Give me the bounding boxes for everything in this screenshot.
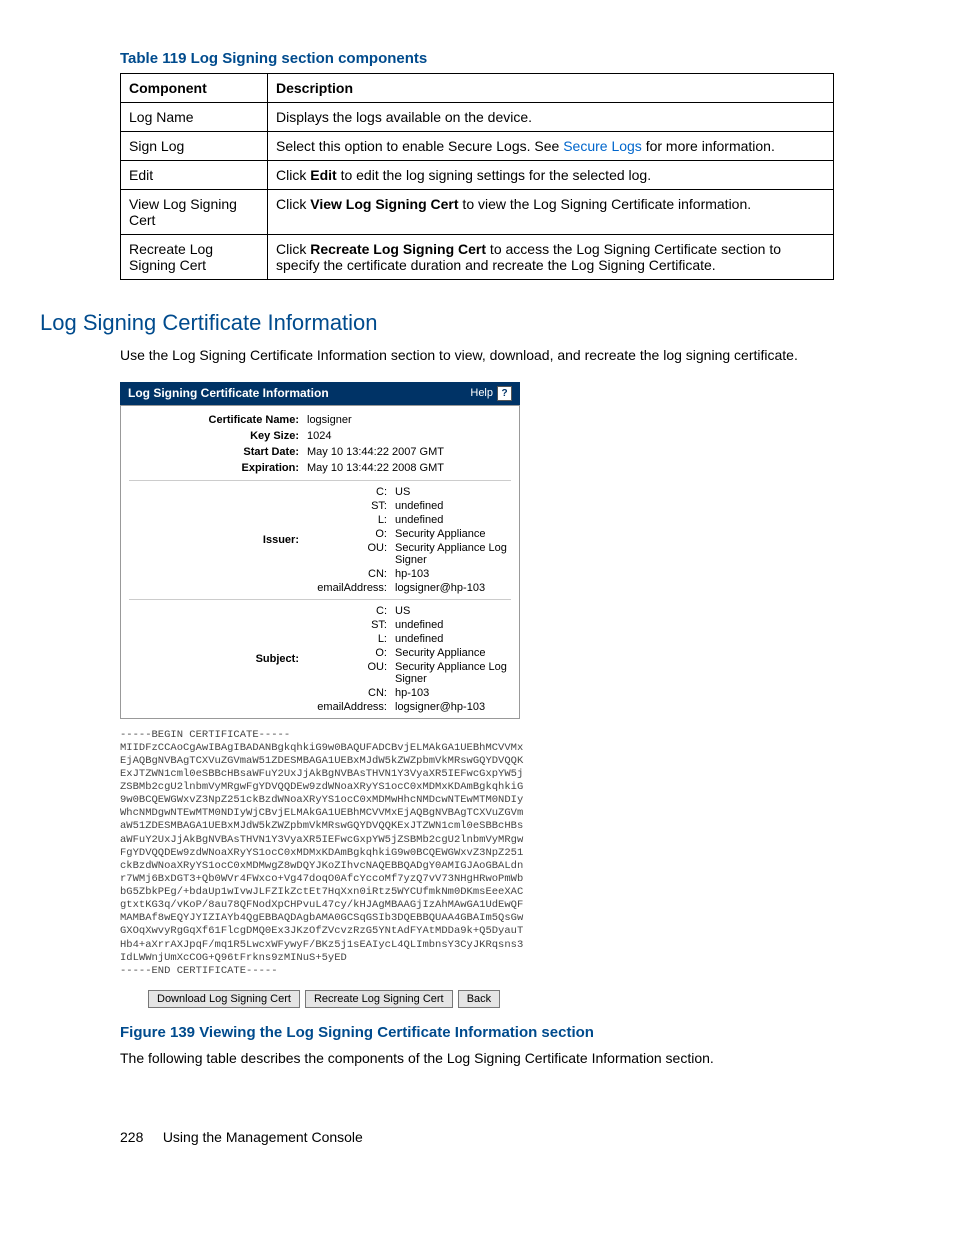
panel-title: Log Signing Certificate Information bbox=[128, 386, 329, 400]
cell-description: Click Edit to edit the log signing setti… bbox=[268, 161, 834, 190]
page-number: 228 bbox=[120, 1129, 143, 1145]
pem-certificate-block: -----BEGIN CERTIFICATE----- MIIDFzCCAoCg… bbox=[120, 729, 520, 978]
dn-key: O: bbox=[307, 528, 395, 540]
component-table: Component Description Log Name Displays … bbox=[120, 73, 834, 280]
text: to edit the log signing settings for the… bbox=[337, 167, 651, 183]
dn-value: undefined bbox=[395, 619, 511, 631]
text: to view the Log Signing Certificate info… bbox=[459, 196, 752, 212]
dn-value: logsigner@hp-103 bbox=[395, 582, 511, 594]
value: May 10 13:44:22 2007 GMT bbox=[307, 446, 511, 458]
cell-description: Click Recreate Log Signing Cert to acces… bbox=[268, 235, 834, 280]
text: for more information. bbox=[642, 138, 775, 154]
help-link[interactable]: Help ? bbox=[470, 386, 512, 401]
text: Click bbox=[276, 241, 310, 257]
recreate-cert-button[interactable]: Recreate Log Signing Cert bbox=[305, 990, 453, 1008]
divider bbox=[129, 599, 511, 600]
table-row: Edit Click Edit to edit the log signing … bbox=[121, 161, 834, 190]
dn-value: logsigner@hp-103 bbox=[395, 701, 511, 713]
bold-text: Recreate Log Signing Cert bbox=[310, 241, 486, 257]
dn-value: undefined bbox=[395, 514, 511, 526]
divider bbox=[129, 480, 511, 481]
bold-text: Edit bbox=[310, 167, 336, 183]
cert-info-panel: Log Signing Certificate Information Help… bbox=[120, 382, 520, 1008]
dn-key: OU: bbox=[307, 661, 395, 685]
table-row: Recreate Log Signing Cert Click Recreate… bbox=[121, 235, 834, 280]
label: Key Size: bbox=[129, 430, 307, 442]
dn-value: US bbox=[395, 605, 511, 617]
back-button[interactable]: Back bbox=[458, 990, 500, 1008]
issuer-group: Issuer: C:US ST:undefined L:undefined O:… bbox=[121, 485, 519, 595]
label: Certificate Name: bbox=[129, 414, 307, 426]
dn-key: C: bbox=[307, 605, 395, 617]
text: Click bbox=[276, 167, 310, 183]
field-start-date: Start Date: May 10 13:44:22 2007 GMT bbox=[121, 444, 519, 460]
field-expiration: Expiration: May 10 13:44:22 2008 GMT bbox=[121, 460, 519, 476]
cell-component: Log Name bbox=[121, 103, 268, 132]
dn-key: CN: bbox=[307, 568, 395, 580]
dn-value: Security Appliance Log Signer bbox=[395, 542, 511, 566]
panel-body: Certificate Name: logsigner Key Size: 10… bbox=[120, 405, 520, 719]
dn-value: US bbox=[395, 486, 511, 498]
table-title: Table 119 Log Signing section components bbox=[120, 50, 834, 67]
dn-key: emailAddress: bbox=[307, 582, 395, 594]
dn-key: emailAddress: bbox=[307, 701, 395, 713]
help-label: Help bbox=[470, 387, 493, 399]
panel-header: Log Signing Certificate Information Help… bbox=[120, 382, 520, 405]
text: Click bbox=[276, 196, 310, 212]
button-row: Download Log Signing Cert Recreate Log S… bbox=[148, 990, 520, 1008]
field-cert-name: Certificate Name: logsigner bbox=[121, 412, 519, 428]
cell-description: Displays the logs available on the devic… bbox=[268, 103, 834, 132]
dn-key: ST: bbox=[307, 500, 395, 512]
cell-description: Click View Log Signing Cert to view the … bbox=[268, 190, 834, 235]
dn-value: Security Appliance bbox=[395, 647, 511, 659]
dn-key: ST: bbox=[307, 619, 395, 631]
label: Expiration: bbox=[129, 462, 307, 474]
dn-value: undefined bbox=[395, 500, 511, 512]
table-row: View Log Signing Cert Click View Log Sig… bbox=[121, 190, 834, 235]
dn-value: Security Appliance Log Signer bbox=[395, 661, 511, 685]
dn-value: undefined bbox=[395, 633, 511, 645]
dn-key: L: bbox=[307, 514, 395, 526]
value: 1024 bbox=[307, 430, 511, 442]
subject-label: Subject: bbox=[129, 604, 307, 714]
section-paragraph: Use the Log Signing Certificate Informat… bbox=[120, 346, 834, 366]
label: Start Date: bbox=[129, 446, 307, 458]
issuer-label: Issuer: bbox=[129, 485, 307, 595]
secure-logs-link[interactable]: Secure Logs bbox=[563, 138, 642, 154]
value: May 10 13:44:22 2008 GMT bbox=[307, 462, 511, 474]
cell-component: View Log Signing Cert bbox=[121, 190, 268, 235]
cell-description: Select this option to enable Secure Logs… bbox=[268, 132, 834, 161]
cell-component: Recreate Log Signing Cert bbox=[121, 235, 268, 280]
table-row: Sign Log Select this option to enable Se… bbox=[121, 132, 834, 161]
figure-paragraph: The following table describes the compon… bbox=[120, 1049, 834, 1069]
figure-title: Figure 139 Viewing the Log Signing Certi… bbox=[120, 1024, 834, 1041]
dn-value: hp-103 bbox=[395, 687, 511, 699]
th-component: Component bbox=[121, 74, 268, 103]
dn-key: C: bbox=[307, 486, 395, 498]
dn-key: OU: bbox=[307, 542, 395, 566]
dn-value: Security Appliance bbox=[395, 528, 511, 540]
dn-value: hp-103 bbox=[395, 568, 511, 580]
subject-group: Subject: C:US ST:undefined L:undefined O… bbox=[121, 604, 519, 714]
bold-text: View Log Signing Cert bbox=[310, 196, 458, 212]
cell-component: Edit bbox=[121, 161, 268, 190]
help-icon: ? bbox=[497, 386, 512, 401]
dn-key: CN: bbox=[307, 687, 395, 699]
text: Select this option to enable Secure Logs… bbox=[276, 138, 563, 154]
table-row: Log Name Displays the logs available on … bbox=[121, 103, 834, 132]
dn-key: L: bbox=[307, 633, 395, 645]
footer-text: Using the Management Console bbox=[163, 1129, 363, 1145]
cell-component: Sign Log bbox=[121, 132, 268, 161]
th-description: Description bbox=[268, 74, 834, 103]
page-footer: 228 Using the Management Console bbox=[120, 1129, 834, 1145]
section-heading: Log Signing Certificate Information bbox=[40, 310, 834, 336]
dn-key: O: bbox=[307, 647, 395, 659]
value: logsigner bbox=[307, 414, 511, 426]
download-cert-button[interactable]: Download Log Signing Cert bbox=[148, 990, 300, 1008]
field-key-size: Key Size: 1024 bbox=[121, 428, 519, 444]
